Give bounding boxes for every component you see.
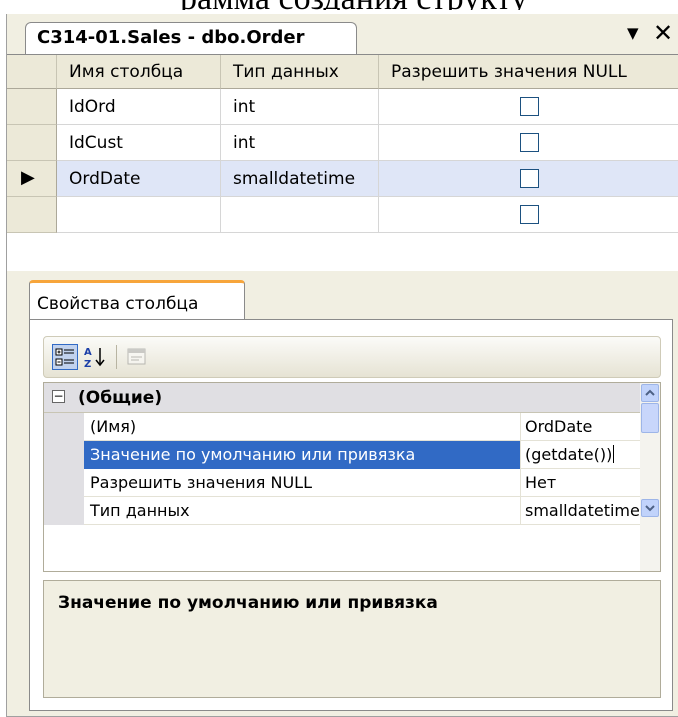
- row-header-current[interactable]: ▶: [7, 161, 57, 197]
- data-type-cell[interactable]: int: [221, 89, 379, 125]
- property-value-editor[interactable]: (getdate()): [520, 441, 640, 469]
- property-grid: − (Общие) (Имя) OrdDate Значение по умол…: [43, 382, 661, 572]
- property-row[interactable]: (Имя) OrdDate: [44, 413, 640, 441]
- toolbar-separator: [116, 345, 117, 369]
- column-name-cell[interactable]: [57, 197, 221, 233]
- svg-text:Z: Z: [84, 359, 91, 370]
- property-description-title: Значение по умолчанию или привязка: [58, 593, 438, 613]
- categorized-view-button[interactable]: [52, 344, 78, 370]
- svg-text:A: A: [84, 347, 92, 358]
- current-row-arrow-icon: ▶: [21, 167, 35, 188]
- row-header[interactable]: [7, 89, 57, 125]
- scroll-thumb[interactable]: [641, 403, 659, 433]
- data-type-cell-selected[interactable]: smalldatetime: [221, 161, 379, 197]
- property-category-row[interactable]: − (Общие): [44, 383, 640, 413]
- arrow-down-icon: [645, 505, 655, 512]
- row-header-new[interactable]: [7, 197, 57, 233]
- document-tab-strip: C314-01.Sales - dbo.Order ▼ ✕: [7, 14, 678, 57]
- property-name: Тип данных: [90, 501, 190, 520]
- column-header-type[interactable]: Тип данных: [221, 55, 379, 89]
- property-row-margin: [44, 441, 84, 469]
- column-name-cell[interactable]: IdOrd: [57, 89, 221, 125]
- property-name: (Имя): [90, 417, 137, 436]
- columns-grid: Имя столбца Тип данных Разрешить значени…: [7, 54, 678, 271]
- sort-az-icon: A Z: [84, 347, 105, 370]
- property-row-margin: [44, 469, 84, 497]
- column-header-name[interactable]: Имя столбца: [57, 55, 221, 89]
- allow-null-cell: [379, 125, 678, 161]
- property-row-selected[interactable]: Значение по умолчанию или привязка (getd…: [44, 441, 640, 469]
- categorized-icon: [55, 348, 74, 366]
- partial-caption-text: рамма создания структу: [180, 0, 678, 10]
- property-row[interactable]: Тип данных smalldatetime: [44, 497, 640, 525]
- row-header[interactable]: [7, 125, 57, 161]
- allow-null-checkbox[interactable]: [520, 97, 539, 116]
- property-pages-button[interactable]: [124, 344, 150, 370]
- property-value-text: (getdate()): [525, 445, 613, 464]
- table-designer-window: C314-01.Sales - dbo.Order ▼ ✕ Имя столбц…: [6, 14, 678, 717]
- text-caret: [613, 445, 615, 463]
- chevron-down-icon[interactable]: ▼: [627, 24, 639, 42]
- allow-null-cell: [379, 197, 678, 233]
- data-type-cell[interactable]: [221, 197, 379, 233]
- close-icon[interactable]: ✕: [653, 20, 673, 46]
- property-row-margin: [44, 413, 84, 441]
- property-value[interactable]: OrdDate: [520, 413, 640, 441]
- grid-corner-header: [7, 55, 57, 89]
- collapse-icon[interactable]: −: [52, 390, 65, 403]
- property-row-margin: [44, 497, 84, 525]
- scroll-down-button[interactable]: [641, 499, 659, 517]
- property-description-pane: Значение по умолчанию или привязка: [43, 580, 661, 698]
- allow-null-cell-selected: [379, 161, 678, 197]
- document-tab-title: C314-01.Sales - dbo.Order: [37, 27, 305, 48]
- data-type-cell[interactable]: int: [221, 125, 379, 161]
- column-properties-tab-label: Свойства столбца: [37, 294, 199, 314]
- property-value[interactable]: Нет: [520, 469, 640, 497]
- allow-null-checkbox[interactable]: [520, 205, 539, 224]
- allow-null-checkbox[interactable]: [520, 169, 539, 188]
- allow-null-cell: [379, 89, 678, 125]
- alphabetical-sort-button[interactable]: A Z: [82, 344, 108, 370]
- arrow-up-icon: [645, 389, 655, 396]
- scroll-up-button[interactable]: [641, 384, 659, 402]
- property-row[interactable]: Разрешить значения NULL Нет: [44, 469, 640, 497]
- property-category-label: (Общие): [78, 388, 163, 408]
- property-name-selected: Значение по умолчанию или привязка: [84, 441, 520, 469]
- properties-toolbar: A Z: [43, 336, 661, 378]
- column-name-cell-selected[interactable]: OrdDate: [57, 161, 221, 197]
- property-value[interactable]: smalldatetime: [520, 497, 640, 525]
- property-pages-icon: [127, 348, 146, 365]
- vertical-scrollbar[interactable]: [640, 383, 660, 571]
- column-header-allow-null[interactable]: Разрешить значения NULL: [379, 55, 678, 89]
- allow-null-checkbox[interactable]: [520, 133, 539, 152]
- column-name-cell[interactable]: IdCust: [57, 125, 221, 161]
- property-name: Разрешить значения NULL: [90, 473, 312, 492]
